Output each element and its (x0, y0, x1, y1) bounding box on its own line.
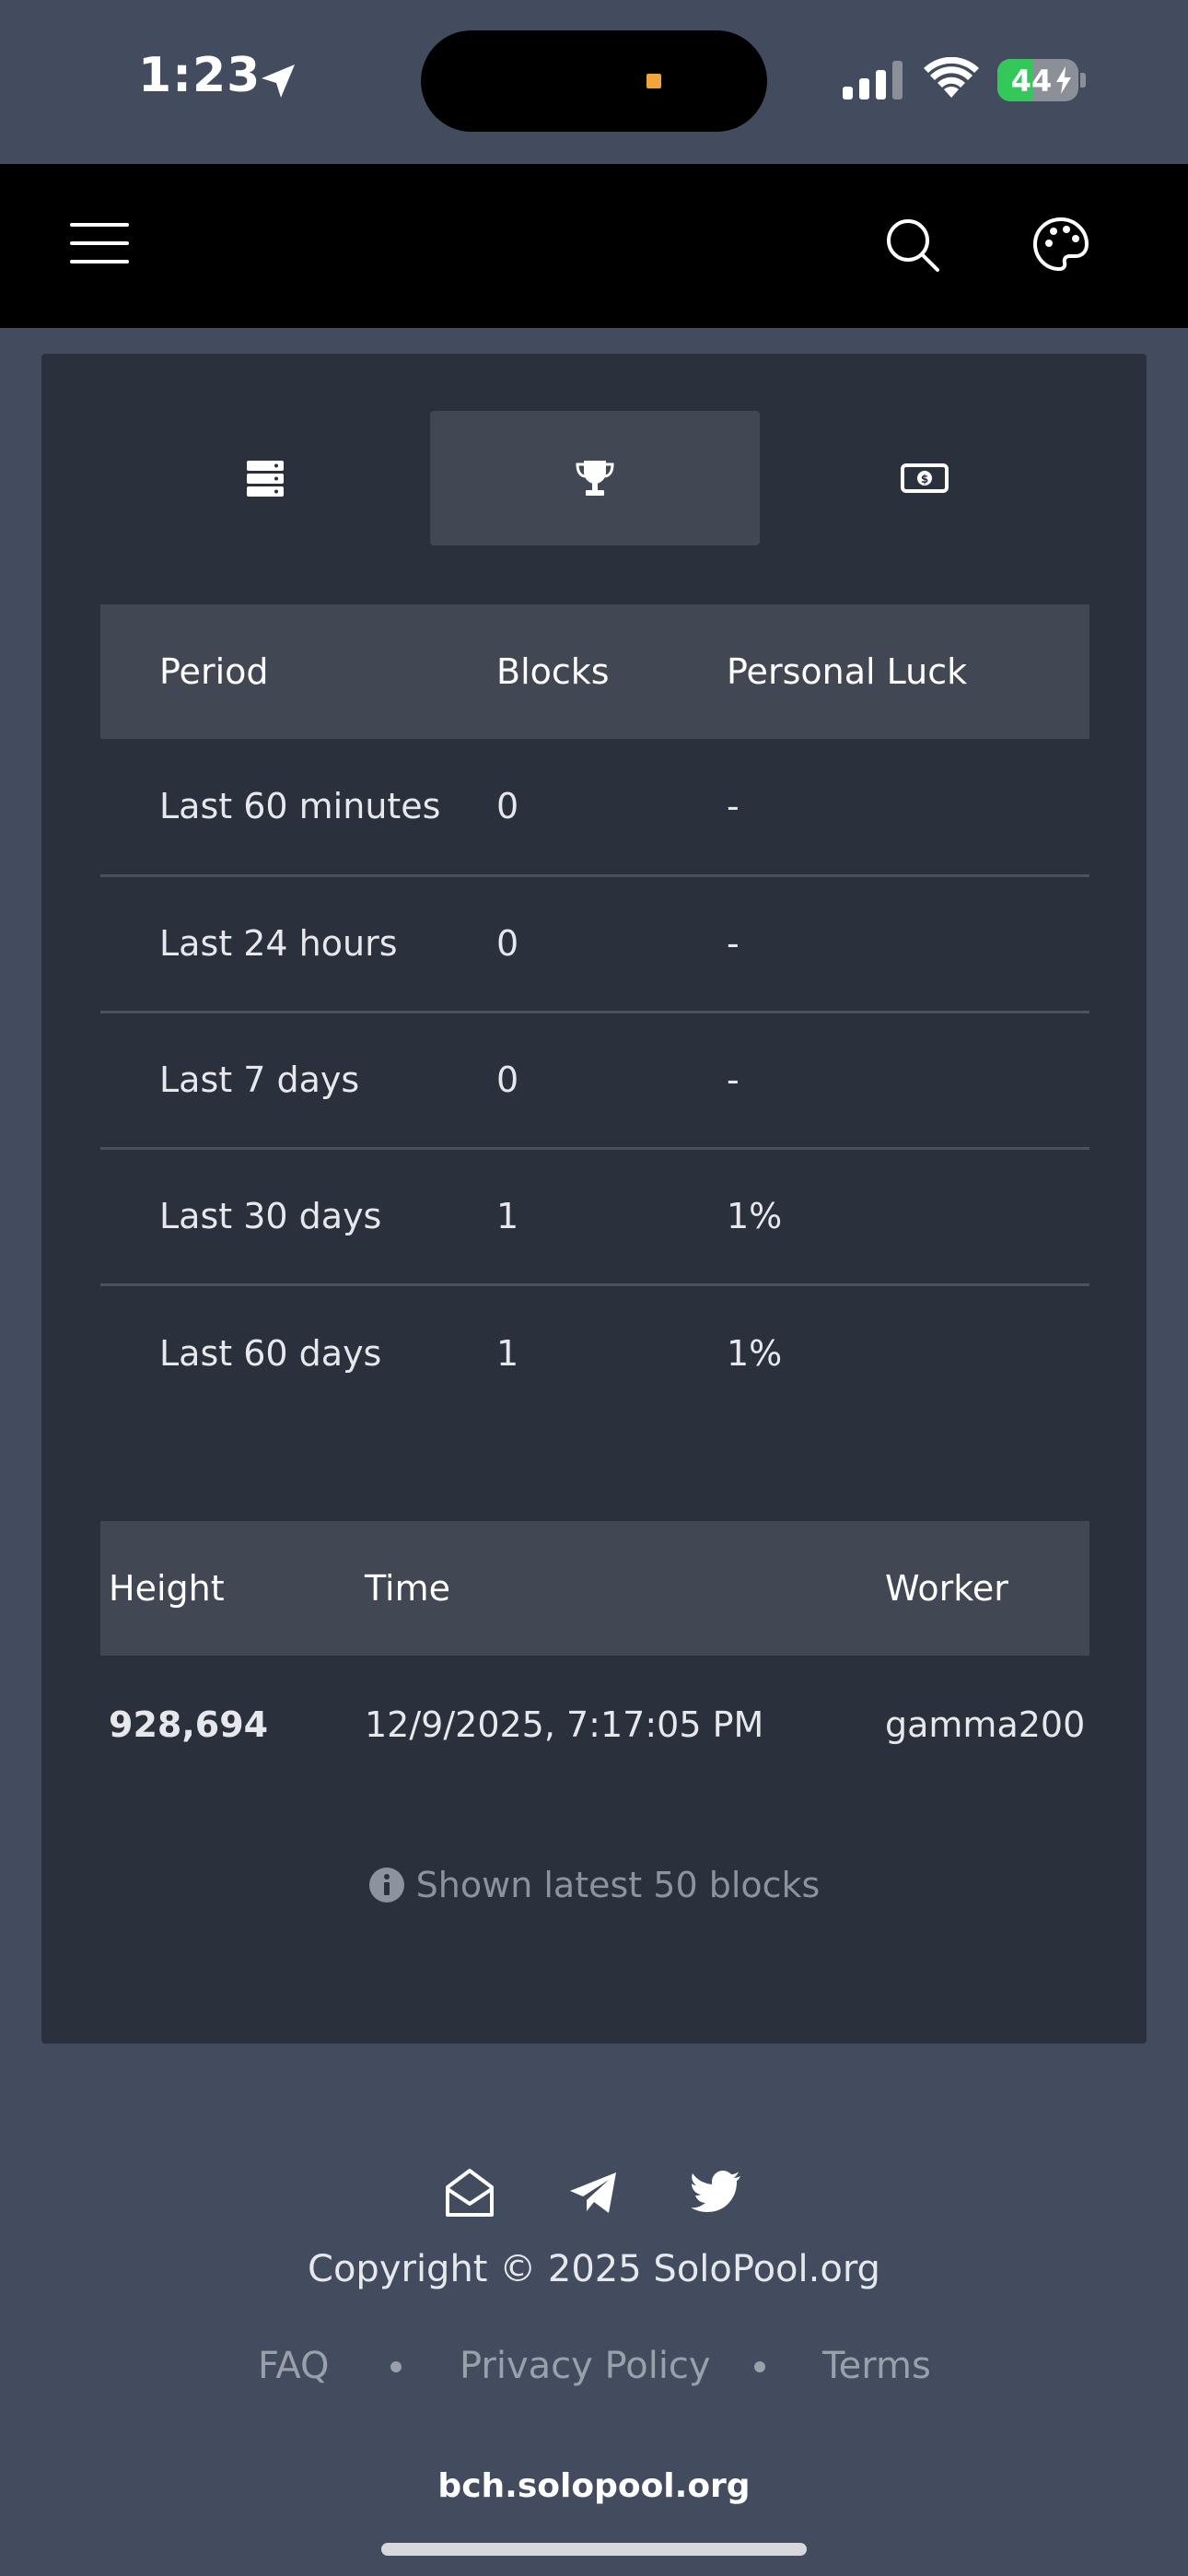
twitter-icon[interactable] (689, 2165, 744, 2220)
trophy-icon (576, 461, 614, 496)
table-row: Last 7 days 0 - (100, 1012, 1089, 1148)
luck-cell: - (727, 786, 740, 827)
wifi-icon (924, 57, 979, 98)
footer-links: FAQ Privacy Policy Terms (0, 2345, 1188, 2391)
blocks-cell: 1 (496, 1332, 519, 1374)
column-header-personal-luck: Personal Luck (727, 651, 968, 692)
blocks-table-header: Height Time Worker (100, 1521, 1089, 1656)
top-navbar (0, 164, 1188, 328)
block-worker-cell: gamma200 (885, 1704, 1086, 1745)
blocks-cell: 1 (496, 1196, 519, 1236)
battery-indicator: 44 (997, 59, 1086, 101)
privacy-indicator (646, 74, 661, 88)
server-icon (247, 461, 284, 497)
svg-text:$: $ (921, 473, 928, 486)
faq-link[interactable]: FAQ (258, 2345, 329, 2387)
note-text: Shown latest 50 blocks (415, 1865, 821, 1905)
luck-cell: - (727, 1060, 740, 1100)
copyright-text: Copyright © 2025 SoloPool.org (308, 2248, 880, 2290)
dynamic-island (421, 30, 767, 132)
tab-payments[interactable]: $ (760, 411, 1089, 545)
terms-link[interactable]: Terms (822, 2345, 931, 2387)
column-header-worker: Worker (885, 1568, 1008, 1609)
search-icon[interactable] (884, 217, 941, 274)
column-header-blocks: Blocks (496, 651, 610, 692)
blocks-cell: 0 (496, 1060, 519, 1100)
cellular-signal-icon (843, 61, 903, 100)
link-separator (390, 2361, 402, 2372)
column-header-period: Period (159, 651, 269, 692)
column-header-time: Time (365, 1568, 450, 1609)
blocks-cell: 0 (496, 923, 519, 964)
blocks-note: Shown latest 50 blocks (41, 1865, 1147, 1905)
hamburger-menu-button[interactable] (70, 221, 129, 265)
table-row: 928,694 12/9/2025, 7:17:05 PM gamma200 (100, 1656, 1089, 1794)
battery-cap (1080, 73, 1086, 88)
block-time-cell: 12/9/2025, 7:17:05 PM (365, 1704, 764, 1745)
period-cell: Last 60 minutes (159, 786, 441, 827)
luck-cell: 1% (727, 1332, 783, 1374)
navbar-logo-area (203, 201, 801, 284)
table-row: Last 60 days 1 1% (100, 1284, 1089, 1421)
charging-bolt-icon (1056, 66, 1071, 94)
period-cell: Last 60 days (159, 1332, 382, 1374)
link-separator (754, 2361, 765, 2372)
table-row: Last 60 minutes 0 - (100, 739, 1089, 875)
site-domain: bch.solopool.org (437, 2467, 751, 2505)
info-circle-icon (368, 1868, 404, 1903)
hamburger-line (70, 223, 129, 227)
luck-table: Period Blocks Personal Luck Last 60 minu… (100, 604, 1089, 1421)
hamburger-line (70, 260, 129, 263)
block-height-cell[interactable]: 928,694 (100, 1656, 365, 1794)
luck-cell: 1% (727, 1196, 783, 1236)
table-row: Last 30 days 1 1% (100, 1148, 1089, 1284)
palette-icon[interactable] (1031, 216, 1090, 275)
luck-cell: - (727, 923, 740, 964)
tab-bar: $ (100, 411, 1089, 545)
home-indicator[interactable] (381, 2543, 807, 2556)
period-cell: Last 30 days (159, 1196, 382, 1236)
status-bar: 1:23 44 (0, 0, 1188, 164)
hamburger-line (70, 241, 129, 245)
envelope-open-icon[interactable] (442, 2165, 497, 2220)
blocks-table: Height Time Worker 928,694 12/9/2025, 7:… (100, 1521, 1089, 1794)
privacy-policy-link[interactable]: Privacy Policy (460, 2345, 711, 2387)
money-bill-icon: $ (901, 463, 949, 493)
telegram-icon[interactable] (566, 2165, 622, 2220)
status-time: 1:23 (138, 48, 262, 103)
column-header-height: Height (109, 1568, 225, 1609)
blocks-cell: 0 (496, 786, 519, 827)
tab-blocks[interactable] (430, 411, 760, 545)
battery-body: 44 (997, 59, 1078, 101)
period-cell: Last 24 hours (159, 923, 398, 964)
social-links (0, 2165, 1188, 2224)
table-row: Last 24 hours 0 - (100, 875, 1089, 1012)
blocks-card: $ Period Blocks Personal Luck Last 60 mi… (41, 354, 1147, 2043)
location-arrow-icon (262, 64, 295, 98)
period-cell: Last 7 days (159, 1060, 360, 1100)
tab-workers[interactable] (100, 411, 430, 545)
luck-table-header: Period Blocks Personal Luck (100, 604, 1089, 739)
